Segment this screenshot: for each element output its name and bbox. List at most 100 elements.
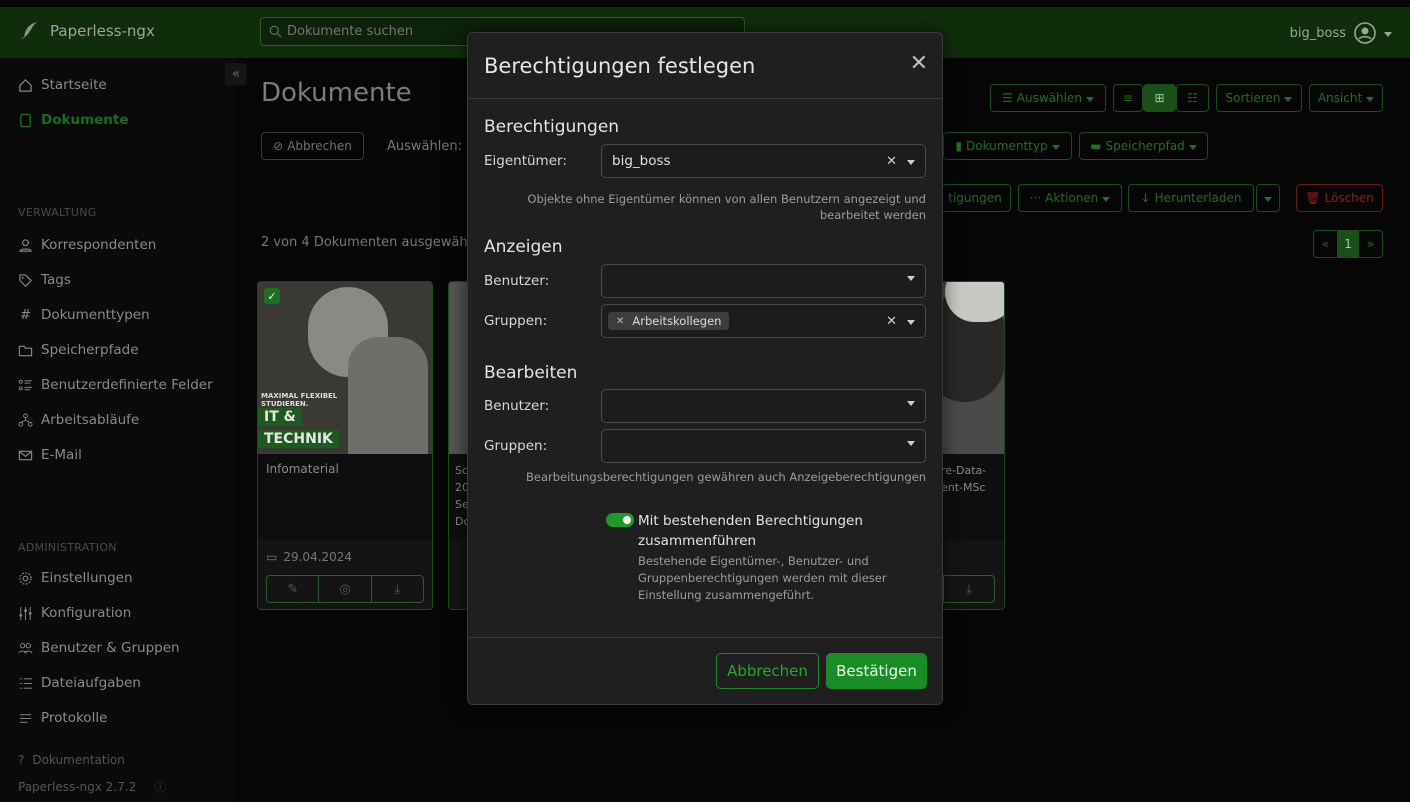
card-checkbox[interactable]: ✓ [264, 288, 280, 304]
chevron-down-icon[interactable] [907, 276, 915, 281]
sidebar-item-korrespondenten[interactable]: Korrespondenten [18, 237, 156, 253]
owner-select[interactable]: big_boss ✕ [601, 144, 926, 178]
card-title: re-Data- ent-MSc [941, 464, 987, 494]
chip-remove-icon[interactable]: ✕ [616, 316, 624, 327]
grid-icon: ⊞ [1154, 91, 1165, 105]
edit-pencil-icon[interactable]: ✎ [267, 576, 320, 602]
view-table-button[interactable]: ☷ [1176, 84, 1209, 112]
hash-icon: # [19, 307, 32, 323]
x-circle-icon: ⊘ [273, 139, 284, 153]
filter-storagepath-dropdown[interactable]: ▬ Speicherpfad [1079, 132, 1208, 160]
sliders-icon [19, 606, 32, 620]
sidebar-item-label: Korrespondenten [41, 237, 157, 253]
clear-icon[interactable]: ✕ [886, 154, 897, 169]
select-dropdown[interactable]: ☰ Auswählen [990, 84, 1106, 112]
pagination: « 1 » [1313, 230, 1383, 258]
sidebar-item-dokumente[interactable]: Dokumente [18, 112, 129, 128]
download-button[interactable]: ↓ Herunterladen [1128, 184, 1254, 212]
sidebar-item-einstellungen[interactable]: Einstellungen [18, 570, 133, 586]
confirm-button[interactable]: Bestätigen [826, 653, 927, 689]
chevron-down-icon[interactable] [907, 160, 915, 165]
home-icon [19, 78, 32, 92]
folder-icon: ▬ [1090, 139, 1102, 153]
document-icon [20, 113, 31, 127]
view-label: Ansicht [1317, 91, 1363, 105]
sidebar-item-label: Benutzerdefinierte Felder [41, 377, 213, 393]
card-date: ▭ 29.04.2024 [266, 550, 352, 564]
chevron-down-icon[interactable] [907, 320, 915, 325]
clear-icon[interactable]: ✕ [886, 314, 897, 329]
sidebar-item-label: Arbeitsabläufe [41, 412, 140, 428]
sort-label: Sortieren [1225, 91, 1281, 105]
view-dropdown[interactable]: Ansicht [1309, 84, 1383, 112]
actions-label: Aktionen [1045, 191, 1099, 205]
sidebar-collapse-button[interactable]: « [225, 63, 247, 85]
pagination-page[interactable]: 1 [1336, 231, 1360, 257]
user-menu[interactable]: big_boss [1290, 22, 1392, 44]
sidebar-item-dateiaufgaben[interactable]: Dateiaufgaben [18, 675, 141, 691]
filter-doctype-dropdown[interactable]: ▮ Dokumenttyp [943, 132, 1072, 160]
chevron-down-icon[interactable] [907, 441, 915, 446]
document-card[interactable]: MAXIMAL FLEXIBEL STUDIEREN. IT & TECHNIK… [257, 281, 433, 610]
edit-groups-label: Gruppen: [484, 438, 548, 454]
selection-count: 2 von 4 Dokumenten ausgewählt [261, 235, 477, 250]
sidebar-item-speicherpfade[interactable]: Speicherpfade [18, 342, 139, 358]
view-users-select[interactable] [601, 264, 926, 298]
view-groups-select[interactable]: ✕ Arbeitskollegen ✕ [601, 304, 926, 338]
select-dropdown-label: Auswählen [1016, 91, 1082, 105]
username: big_boss [1289, 25, 1346, 41]
sidebar-item-arbeitsablaeufe[interactable]: Arbeitsabläufe [18, 412, 139, 428]
cancel-selection-button[interactable]: ⊘ Abbrechen [261, 132, 364, 160]
merge-toggle[interactable] [606, 513, 634, 527]
view-groups-label: Gruppen: [484, 313, 548, 329]
download-label: Herunterladen [1154, 191, 1242, 205]
merge-label[interactable]: Mit bestehenden Berechtigungen zusammenf… [638, 511, 898, 551]
download-options-toggle[interactable] [1256, 184, 1280, 212]
eye-icon[interactable]: ◎ [319, 576, 372, 602]
sidebar-item-email[interactable]: E-Mail [18, 447, 82, 463]
sort-dropdown[interactable]: Sortieren [1216, 84, 1302, 112]
edit-groups-select[interactable] [601, 429, 926, 463]
sidebar-item-custom-fields[interactable]: Benutzerdefinierte Felder [18, 377, 213, 393]
delete-button[interactable]: 🗑 Löschen [1296, 184, 1383, 212]
brand[interactable]: Paperless-ngx [18, 20, 155, 42]
docs-link[interactable]: ? Dokumentation [18, 753, 125, 767]
chevron-down-icon[interactable] [907, 401, 915, 406]
permissions-button[interactable]: tigungen [940, 184, 1011, 212]
close-icon[interactable]: ✕ [910, 51, 928, 76]
sidebar-item-label: Dokumente [41, 112, 129, 128]
chevron-down-icon [1102, 196, 1111, 202]
download-icon[interactable]: ⤓ [943, 575, 995, 603]
download-icon[interactable]: ⤓ [372, 576, 423, 602]
leaf-logo-icon [20, 21, 38, 40]
cancel-button[interactable]: Abbrechen [716, 653, 819, 689]
card-date-value: 29.04.2024 [283, 550, 353, 564]
actions-dropdown[interactable]: ··· Aktionen [1018, 184, 1122, 212]
view-grid-button[interactable]: ⊞ [1143, 84, 1176, 112]
edit-users-select[interactable] [601, 389, 926, 423]
pagination-next[interactable]: » [1359, 237, 1382, 251]
view-list-button[interactable]: ≡ [1113, 84, 1143, 112]
select-label: Auswählen: [387, 139, 462, 154]
folder-icon [18, 345, 33, 356]
card-title: Infomaterial [266, 462, 339, 476]
pagination-prev[interactable]: « [1314, 237, 1337, 251]
sidebar-item-tags[interactable]: Tags [18, 272, 71, 288]
sidebar-section-title: ADMINISTRATION [18, 541, 117, 554]
sidebar-item-konfiguration[interactable]: Konfiguration [18, 605, 131, 621]
document-card[interactable]: re-Data- ent-MSc ⤓ [935, 281, 1005, 610]
sidebar-item-dokumenttypen[interactable]: # Dokumenttypen [18, 307, 150, 323]
sidebar-item-startseite[interactable]: Startseite [18, 77, 107, 93]
sidebar-item-benutzer-gruppen[interactable]: Benutzer & Gruppen [18, 640, 180, 656]
sidebar-item-protokolle[interactable]: Protokolle [18, 710, 107, 726]
section-edit: Bearbeiten [484, 363, 578, 383]
docs-link-label: Dokumentation [32, 753, 125, 767]
person-icon [19, 238, 32, 252]
file-icon: ▮ [955, 139, 963, 153]
banner-line1: MAXIMAL FLEXIBEL STUDIEREN. [261, 392, 338, 408]
ellipsis-icon: ··· [1029, 191, 1042, 205]
permissions-label: tigungen [948, 191, 1002, 205]
trash-icon: 🗑 [1305, 191, 1321, 205]
dialog-footer-divider [468, 637, 942, 638]
calendar-icon: ▭ [266, 550, 278, 564]
